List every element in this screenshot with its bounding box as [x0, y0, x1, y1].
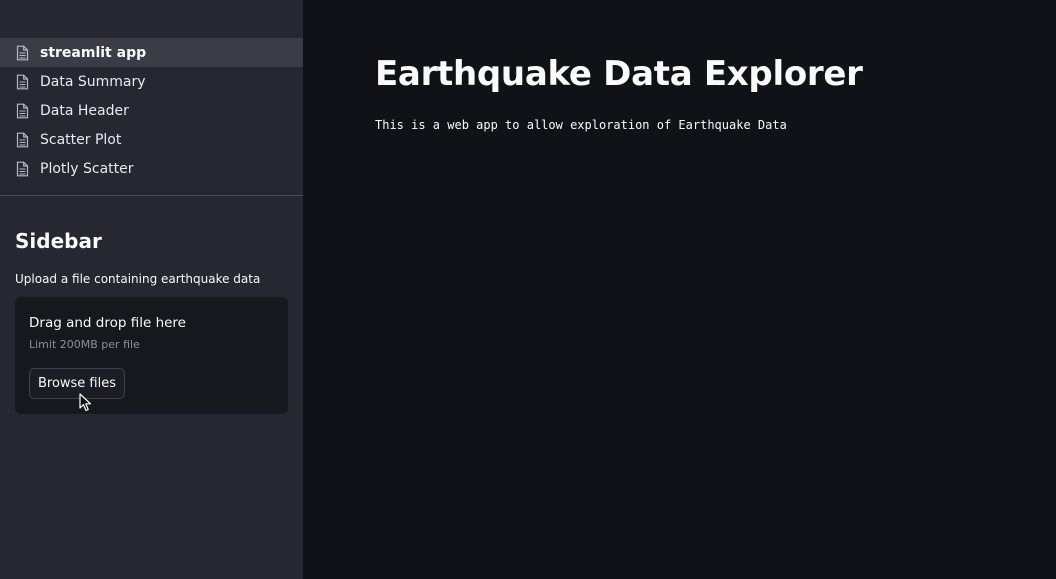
- browse-files-button[interactable]: Browse files: [29, 368, 125, 399]
- nav-item-label: Scatter Plot: [40, 131, 122, 148]
- dropzone-title: Drag and drop file here: [29, 315, 186, 331]
- nav-item-plotly-scatter[interactable]: Plotly Scatter: [0, 154, 303, 183]
- mouse-cursor-icon: [79, 393, 92, 412]
- upload-label: Upload a file containing earthquake data: [15, 272, 261, 286]
- page-description: This is a web app to allow exploration o…: [375, 118, 787, 132]
- nav-item-label: streamlit app: [40, 44, 147, 61]
- dropzone-limit: Limit 200MB per file: [29, 338, 140, 351]
- page-navigation: streamlit app Data Summary Data Header S…: [0, 38, 303, 183]
- sidebar: streamlit app Data Summary Data Header S…: [0, 0, 303, 579]
- nav-item-data-header[interactable]: Data Header: [0, 96, 303, 125]
- document-icon: [16, 161, 29, 177]
- main-content: Earthquake Data Explorer This is a web a…: [303, 0, 1056, 579]
- nav-item-label: Data Header: [40, 102, 129, 119]
- document-icon: [16, 74, 29, 90]
- document-icon: [16, 103, 29, 119]
- sidebar-title: Sidebar: [15, 229, 102, 253]
- document-icon: [16, 132, 29, 148]
- nav-item-label: Plotly Scatter: [40, 160, 134, 177]
- document-icon: [16, 45, 29, 61]
- page-title: Earthquake Data Explorer: [375, 54, 863, 94]
- nav-item-scatter-plot[interactable]: Scatter Plot: [0, 125, 303, 154]
- app-window: streamlit app Data Summary Data Header S…: [0, 0, 1056, 579]
- nav-item-streamlit-app[interactable]: streamlit app: [0, 38, 303, 67]
- nav-item-label: Data Summary: [40, 73, 146, 90]
- file-dropzone[interactable]: Drag and drop file here Limit 200MB per …: [15, 297, 288, 414]
- nav-divider: [0, 195, 303, 196]
- nav-item-data-summary[interactable]: Data Summary: [0, 67, 303, 96]
